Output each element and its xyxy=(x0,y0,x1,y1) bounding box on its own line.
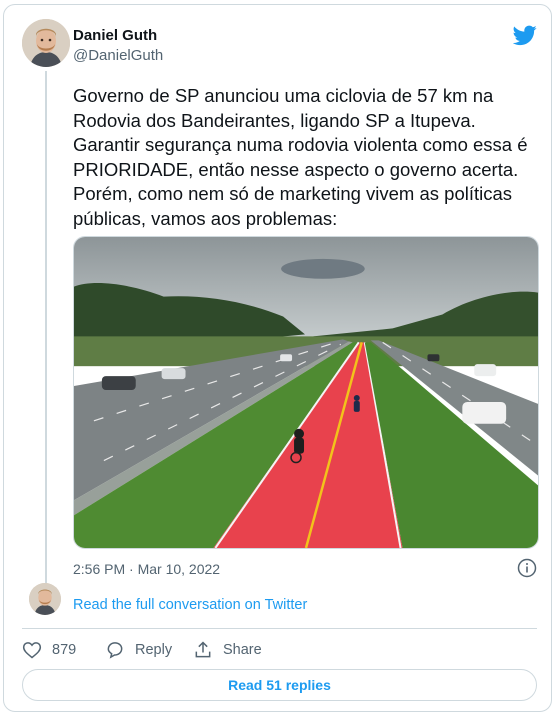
author-avatar[interactable] xyxy=(22,19,70,67)
actions-divider xyxy=(22,628,537,629)
like-count: 879 xyxy=(52,642,77,658)
read-replies-button[interactable]: Read 51 replies xyxy=(22,669,537,701)
author-handle[interactable]: @DanielGuth xyxy=(73,47,163,64)
speech-bubble-icon xyxy=(107,642,123,659)
share-upload-icon xyxy=(195,641,211,658)
info-icon[interactable] xyxy=(517,558,537,578)
tweet-card: Daniel Guth @DanielGuth Governo de SP an… xyxy=(3,4,552,712)
reply-button[interactable]: Reply xyxy=(105,640,172,660)
thread-connector-line xyxy=(45,71,47,587)
heart-icon xyxy=(22,642,42,659)
twitter-bird-icon[interactable] xyxy=(512,23,537,47)
author-name[interactable]: Daniel Guth xyxy=(73,27,157,44)
share-button[interactable]: Share xyxy=(193,640,262,660)
like-button[interactable]: 879 xyxy=(22,640,76,660)
reply-label: Reply xyxy=(135,642,173,658)
read-full-conversation-link[interactable]: Read the full conversation on Twitter xyxy=(73,597,307,613)
tweet-timestamp[interactable]: 2:56 PM · Mar 10, 2022 xyxy=(73,561,220,577)
author-avatar-small[interactable] xyxy=(29,583,61,615)
share-label: Share xyxy=(223,642,262,658)
tweet-text: Governo de SP anunciou uma ciclovia de 5… xyxy=(73,85,528,229)
tweet-image-bike-lane-highway[interactable] xyxy=(73,236,539,549)
